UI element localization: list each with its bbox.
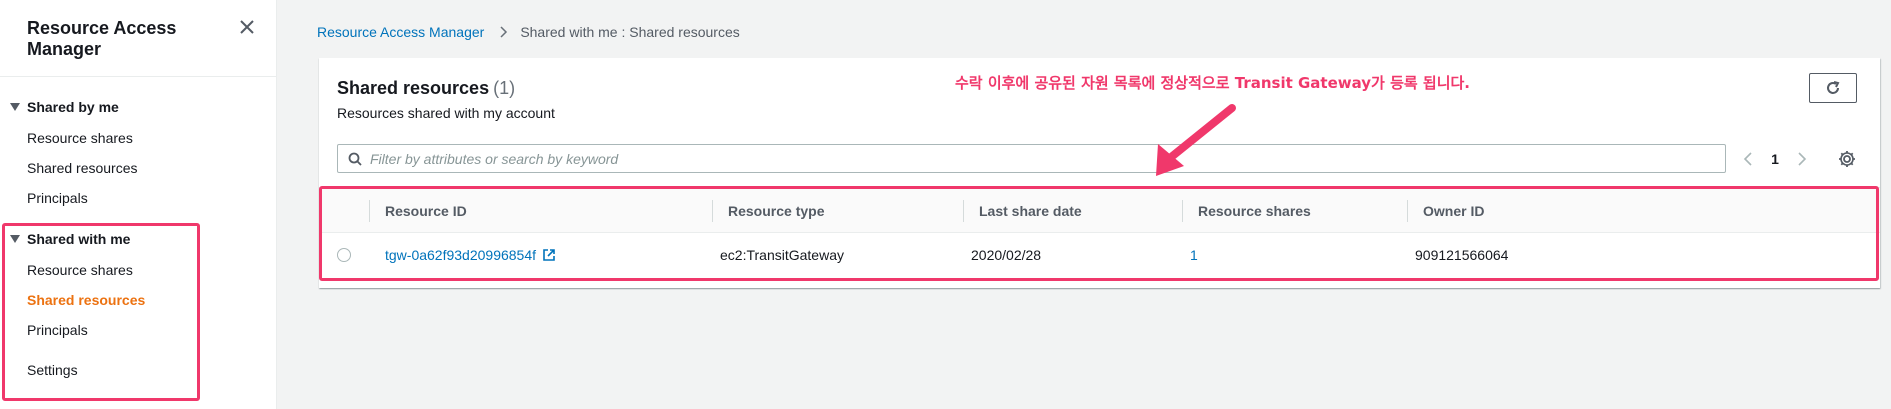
- previous-page-button[interactable]: [1736, 147, 1760, 171]
- nav-section-shared-with-me: Shared with me Resource shares Shared re…: [0, 231, 277, 382]
- refresh-button[interactable]: [1809, 73, 1857, 103]
- resources-table: Resource ID Resource type Last share dat…: [319, 187, 1880, 278]
- breadcrumb: Resource Access Manager Shared with me :…: [317, 24, 740, 40]
- close-icon[interactable]: [238, 18, 256, 36]
- panel-count: (1): [493, 78, 516, 98]
- next-page-button[interactable]: [1790, 147, 1814, 171]
- nav-section-label: Shared with me: [27, 231, 131, 247]
- select-column-header: [319, 188, 369, 234]
- breadcrumb-root-link[interactable]: Resource Access Manager: [317, 24, 484, 40]
- resource-id-link[interactable]: tgw-0a62f93d20996854f: [369, 233, 556, 278]
- column-header-label: Resource type: [728, 203, 825, 219]
- chevron-right-icon: [1798, 152, 1807, 166]
- column-header-label: Resource shares: [1198, 203, 1311, 219]
- filter-search-box: [337, 144, 1726, 173]
- pagination: 1: [1736, 146, 1814, 172]
- panel-title-text: Shared resources: [337, 78, 490, 98]
- annotation-text: 수락 이후에 공유된 자원 목록에 정상적으로 Transit Gateway가…: [955, 74, 1470, 92]
- refresh-icon: [1827, 81, 1840, 94]
- caret-down-icon: [10, 235, 20, 243]
- caret-down-icon: [10, 103, 20, 111]
- column-header-label: Resource ID: [385, 203, 467, 219]
- column-divider: [712, 200, 713, 222]
- panel-title: Shared resources (1): [337, 78, 515, 99]
- sidebar-header: Resource Access Manager: [0, 0, 276, 77]
- nav-item-resource-shares[interactable]: Resource shares: [0, 262, 277, 282]
- column-header-label: Last share date: [979, 203, 1082, 219]
- nav-item-settings[interactable]: Settings: [0, 362, 277, 382]
- page-number[interactable]: 1: [1760, 151, 1790, 167]
- breadcrumb-current: Shared with me : Shared resources: [520, 24, 740, 40]
- nav-item-principals[interactable]: Principals: [0, 190, 277, 210]
- nav-item-shared-resources-active[interactable]: Shared resources: [0, 292, 277, 312]
- last-share-date-cell: 2020/02/28: [971, 247, 1042, 263]
- column-divider: [963, 200, 964, 222]
- column-divider: [1182, 200, 1183, 222]
- column-header-owner-id[interactable]: Owner ID: [1407, 188, 1867, 234]
- column-header-last-share-date[interactable]: Last share date: [963, 188, 1182, 234]
- chevron-left-icon: [1743, 152, 1752, 166]
- nav-section-shared-by-me: Shared by me Resource shares Shared reso…: [0, 99, 277, 210]
- panel-description: Resources shared with my account: [337, 105, 555, 121]
- column-header-resource-type[interactable]: Resource type: [712, 188, 963, 234]
- nav-item-principals[interactable]: Principals: [0, 322, 277, 342]
- sidebar-title: Resource Access Manager: [27, 18, 177, 59]
- column-header-label: Owner ID: [1423, 203, 1485, 219]
- nav-item-resource-shares[interactable]: Resource shares: [0, 130, 277, 150]
- external-link-icon: [543, 249, 555, 261]
- search-icon: [348, 152, 362, 166]
- nav-section-toggle-shared-by-me[interactable]: Shared by me: [0, 99, 277, 119]
- owner-id-cell: 909121566064: [1415, 247, 1509, 263]
- column-header-resource-shares[interactable]: Resource shares: [1182, 188, 1407, 234]
- gear-icon[interactable]: [1836, 148, 1858, 170]
- chevron-right-icon: [500, 26, 508, 38]
- nav-section-label: Shared by me: [27, 99, 119, 115]
- side-navigation: Resource Access Manager Shared by me Res…: [0, 0, 277, 409]
- table-header: Resource ID Resource type Last share dat…: [319, 187, 1880, 233]
- column-header-resource-id[interactable]: Resource ID: [369, 188, 712, 234]
- resource-type-cell: ec2:TransitGateway: [720, 247, 844, 263]
- row-select-radio[interactable]: [337, 248, 351, 262]
- resource-shares-link[interactable]: 1: [1174, 233, 1198, 278]
- column-divider: [1407, 200, 1408, 222]
- nav-section-toggle-shared-with-me[interactable]: Shared with me: [0, 231, 277, 251]
- filter-search-input[interactable]: [370, 150, 1725, 167]
- resource-id-text: tgw-0a62f93d20996854f: [385, 247, 537, 263]
- column-divider: [369, 200, 370, 222]
- nav-item-shared-resources[interactable]: Shared resources: [0, 160, 277, 180]
- table-row[interactable]: tgw-0a62f93d20996854f ec2:TransitGateway…: [319, 233, 1880, 278]
